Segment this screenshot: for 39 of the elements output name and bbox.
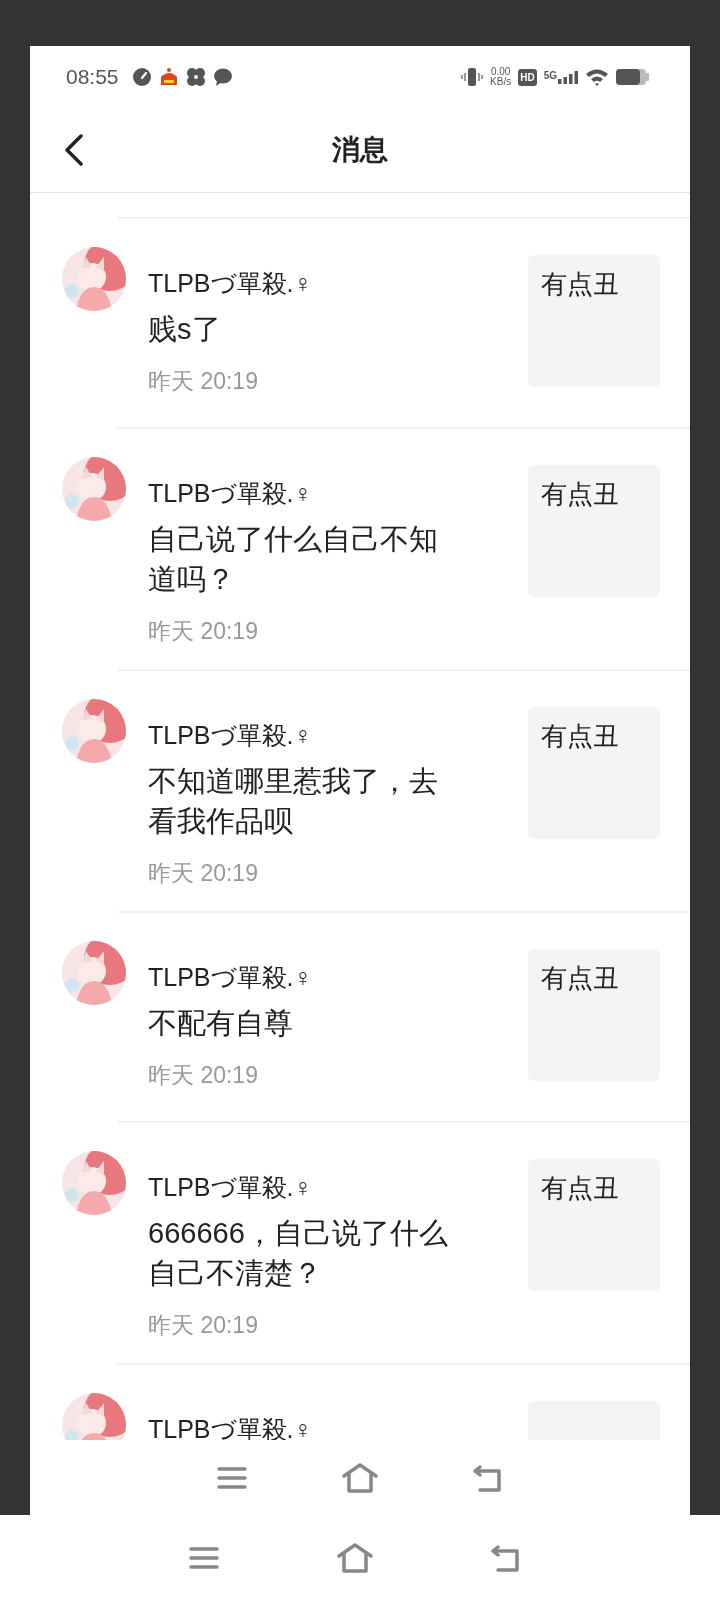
gauge-icon xyxy=(131,67,152,87)
message-time: 昨天 20:19 xyxy=(148,1311,259,1340)
battery-icon xyxy=(616,68,650,86)
home-icon[interactable] xyxy=(341,1461,379,1494)
speed-unit: KB/s xyxy=(490,77,512,87)
quoted-content[interactable]: 有点丑 xyxy=(528,255,660,387)
sender-name: TLPBづ單殺.♀ xyxy=(148,962,314,993)
wifi-icon xyxy=(585,68,609,86)
message-time: 昨天 20:19 xyxy=(148,1061,259,1090)
sender-name: TLPBづ單殺.♀ xyxy=(148,268,314,299)
network-type: 5G xyxy=(543,70,557,81)
message-time: 昨天 20:19 xyxy=(148,859,259,888)
message-time: 昨天 20:19 xyxy=(148,367,259,396)
menu-icon[interactable] xyxy=(216,1465,249,1490)
home-icon[interactable] xyxy=(336,1541,374,1574)
message-time: 昨天 20:19 xyxy=(148,617,259,646)
hd-badge: HD xyxy=(518,68,537,86)
status-time: 08:55 xyxy=(66,65,119,89)
message-text: 自己说了什么自己不知道吗？ xyxy=(148,522,439,597)
sender-name: TLPBづ單殺.♀ xyxy=(148,1172,314,1203)
quoted-content[interactable]: 有点丑 xyxy=(528,707,660,839)
quoted-content[interactable]: 有点丑 xyxy=(528,1159,660,1291)
network-speed: 0.00 xyxy=(490,67,511,77)
fan-icon xyxy=(185,67,206,87)
message-text: 666666，自己说了什么自己不清楚？ xyxy=(148,1216,448,1291)
vibrate-icon xyxy=(461,67,484,87)
quoted-content[interactable]: 有点丑 xyxy=(528,465,660,597)
menu-icon[interactable] xyxy=(188,1545,220,1570)
sender-name: TLPBづ單殺.♀ xyxy=(148,720,314,751)
signal-icon xyxy=(558,70,578,84)
sender-name: TLPBづ單殺.♀ xyxy=(148,478,314,509)
message-text: 不知道哪里惹我了，去看我作品呗 xyxy=(148,764,439,839)
chat-bubble-icon xyxy=(212,67,233,87)
app-icon xyxy=(158,67,179,87)
quoted-content[interactable]: 有点丑 xyxy=(528,949,660,1081)
page-title: 消息 xyxy=(332,133,388,167)
message-text: 贱s了 xyxy=(148,312,222,347)
back-icon[interactable] xyxy=(64,134,84,166)
message-text: 不配有自尊 xyxy=(148,1006,294,1041)
